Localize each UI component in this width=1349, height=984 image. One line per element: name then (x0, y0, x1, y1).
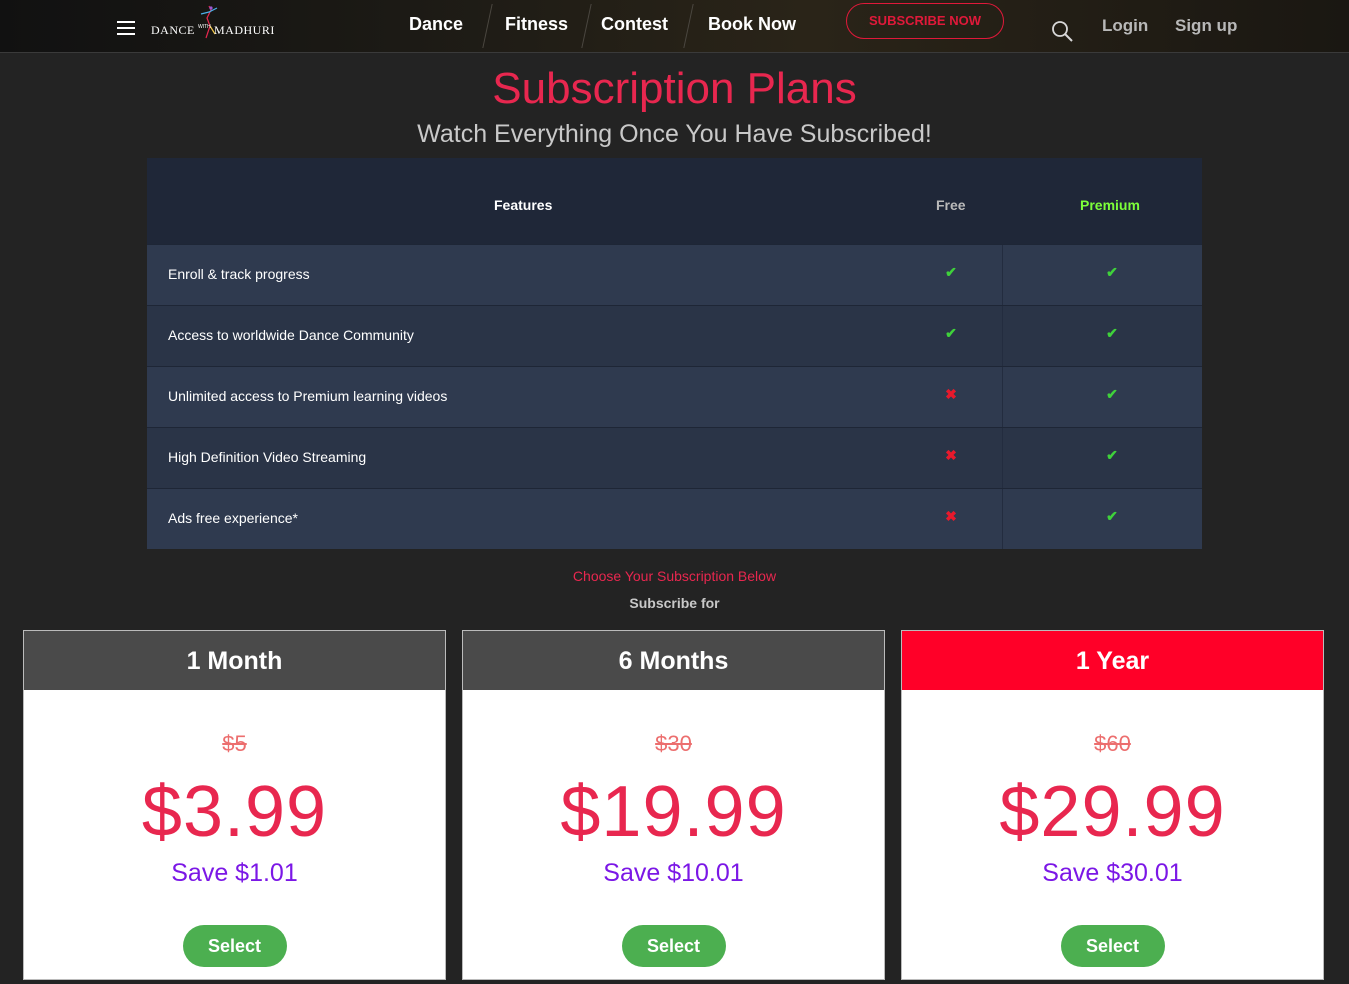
plan-savings: Save $10.01 (603, 859, 744, 887)
nav-separator (683, 4, 694, 48)
free-cross-icon: ✖ (945, 447, 957, 463)
plan-name: 6 Months (463, 631, 884, 690)
table-header: Features Free Premium (147, 158, 1202, 244)
select-6-months-button[interactable]: Select (621, 925, 726, 967)
choose-subscription-text: Choose Your Subscription Below (572, 568, 777, 584)
nav-separator (581, 4, 592, 48)
select-1-year-button[interactable]: Select (1060, 925, 1165, 967)
premium-check-icon: ✔ (1106, 447, 1118, 463)
feature-label: High Definition Video Streaming (168, 449, 367, 465)
login-link[interactable]: Login (1102, 16, 1148, 36)
nav-fitness[interactable]: Fitness (505, 14, 568, 35)
free-cross-icon: ✖ (945, 508, 957, 524)
logo-word-with: WITH (198, 24, 211, 30)
hamburger-menu-icon[interactable] (117, 21, 135, 35)
feature-label: Unlimited access to Premium learning vid… (168, 388, 448, 404)
plan-price: $3.99 (141, 772, 328, 852)
plan-savings: Save $1.01 (171, 859, 298, 887)
plan-old-price: $5 (222, 731, 247, 756)
table-row: Access to worldwide Dance Community ✔ ✔ (147, 305, 1202, 366)
free-check-icon: ✔ (945, 325, 957, 341)
signup-link[interactable]: Sign up (1175, 16, 1237, 36)
plan-old-price: $60 (1094, 731, 1131, 756)
column-divider (1002, 428, 1003, 488)
plan-name: 1 Year (902, 631, 1323, 690)
table-row: High Definition Video Streaming ✖ ✔ (147, 427, 1202, 488)
features-table: Features Free Premium Enroll & track pro… (147, 158, 1202, 549)
feature-label: Ads free experience* (168, 510, 298, 526)
logo-word-dance: DANCE (151, 23, 195, 37)
table-row: Unlimited access to Premium learning vid… (147, 366, 1202, 427)
table-row: Enroll & track progress ✔ ✔ (147, 244, 1202, 305)
plan-name: 1 Month (24, 631, 445, 690)
free-check-icon: ✔ (945, 264, 957, 280)
search-icon[interactable] (1051, 20, 1073, 42)
feature-label: Access to worldwide Dance Community (168, 327, 414, 343)
table-row: Ads free experience* ✖ ✔ (147, 488, 1202, 549)
premium-check-icon: ✔ (1106, 508, 1118, 524)
plan-card-1-month: 1 Month $5 $3.99 Save $1.01 Select (23, 630, 446, 980)
logo-word-madhuri: MADHURI (214, 23, 275, 37)
features-header: Features (494, 197, 553, 213)
select-1-month-button[interactable]: Select (182, 925, 287, 967)
column-divider (1002, 245, 1003, 305)
nav-book-now[interactable]: Book Now (708, 14, 796, 35)
subscribe-for-label: Subscribe for (629, 595, 720, 611)
plan-price: $29.99 (999, 772, 1226, 852)
nav-dance[interactable]: Dance (409, 14, 463, 35)
page-subtitle: Watch Everything Once You Have Subscribe… (417, 120, 932, 148)
site-logo[interactable]: DANCE WITH MADHURI (151, 5, 286, 42)
free-cross-icon: ✖ (945, 386, 957, 402)
plan-old-price: $30 (655, 731, 692, 756)
top-navbar: DANCE WITH MADHURI Dance Fitness Contest… (0, 0, 1349, 53)
plan-card-1-year: 1 Year $60 $29.99 Save $30.01 Select (901, 630, 1324, 980)
nav-separator (482, 4, 493, 48)
premium-check-icon: ✔ (1106, 386, 1118, 402)
column-divider (1002, 489, 1003, 549)
premium-header: Premium (1080, 197, 1140, 213)
premium-check-icon: ✔ (1106, 264, 1118, 280)
subscribe-now-button[interactable]: SUBSCRIBE NOW (846, 3, 1004, 39)
feature-label: Enroll & track progress (168, 266, 310, 282)
free-header: Free (936, 197, 966, 213)
column-divider (1002, 367, 1003, 427)
plan-price: $19.99 (560, 772, 787, 852)
page-title: Subscription Plans (492, 64, 857, 113)
nav-contest[interactable]: Contest (601, 14, 668, 35)
plan-savings: Save $30.01 (1042, 859, 1183, 887)
plan-card-6-months: 6 Months $30 $19.99 Save $10.01 Select (462, 630, 885, 980)
column-divider (1002, 306, 1003, 366)
premium-check-icon: ✔ (1106, 325, 1118, 341)
